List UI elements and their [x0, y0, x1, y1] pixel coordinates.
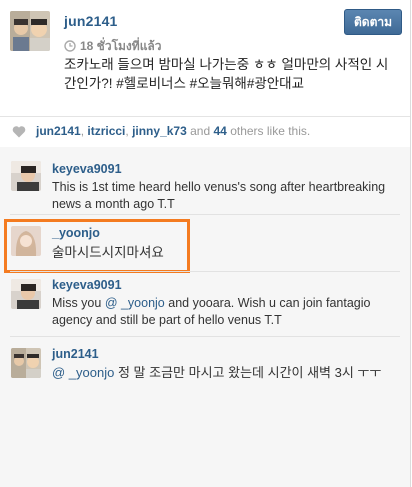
post-time-text: 18 ชั่วโมงที่แล้ว: [80, 39, 162, 53]
author-username[interactable]: jun2141: [64, 13, 118, 29]
likes-bar: jun2141, itzricci, jinny_k73 and 44 othe…: [0, 116, 410, 148]
likes-summary: jun2141, itzricci, jinny_k73 and 44 othe…: [36, 124, 311, 138]
post-panel: jun2141 18 ชั่วโมงที่แล้ว 조카노래 들으며 밤마실 나…: [0, 0, 411, 487]
commenter-avatar[interactable]: [11, 161, 41, 191]
comment-divider: [10, 271, 400, 272]
likes-count[interactable]: 44: [213, 124, 226, 138]
comment-text-start: Miss you: [52, 296, 102, 310]
post-caption: 조카노래 들으며 밤마실 나가는중 ㅎㅎ 얼마만의 사적인 시간인가?! #헬로…: [64, 57, 389, 91]
mention-link[interactable]: @ _yoonjo: [105, 296, 165, 310]
mention-link[interactable]: @ _yoonjo: [52, 365, 114, 380]
commenter-username[interactable]: keyeva9091: [52, 278, 122, 292]
comments-list: keyeva9091 This is 1st time heard hello …: [0, 147, 410, 487]
post-timestamp: 18 ชั่วโมงที่แล้ว: [64, 37, 162, 56]
heart-icon[interactable]: [12, 125, 26, 138]
comment-text: Miss you @ _yoonjo and yooara. Wish u ca…: [52, 295, 397, 329]
likes-joiner: and: [190, 124, 211, 138]
liker-link[interactable]: jinny_k73: [132, 124, 187, 138]
comment-text-end: 정 말 조금만 마시고 왔는데 시간이 새벽 3시 ㅜㅜ: [117, 365, 382, 380]
liker-link[interactable]: itzricci: [87, 124, 125, 138]
post-header: jun2141 18 ชั่วโมงที่แล้ว 조카노래 들으며 밤마실 나…: [0, 0, 410, 116]
likes-suffix: others like this.: [230, 124, 311, 138]
author-avatar[interactable]: [10, 11, 50, 51]
comment-divider: [10, 214, 400, 215]
comment-text: @ _yoonjo 정 말 조금만 마시고 왔는데 시간이 새벽 3시 ㅜㅜ: [52, 364, 397, 381]
comment-divider: [10, 336, 400, 337]
clock-icon: [64, 40, 76, 52]
follow-button[interactable]: ติดตาม: [344, 9, 402, 35]
commenter-username[interactable]: keyeva9091: [52, 162, 122, 176]
commenter-avatar[interactable]: [11, 279, 41, 309]
commenter-username[interactable]: jun2141: [52, 347, 99, 361]
highlight-box: [4, 219, 190, 273]
liker-link[interactable]: jun2141: [36, 124, 81, 138]
comment-text: This is 1st time heard hello venus's son…: [52, 180, 386, 211]
commenter-avatar[interactable]: [11, 348, 41, 378]
